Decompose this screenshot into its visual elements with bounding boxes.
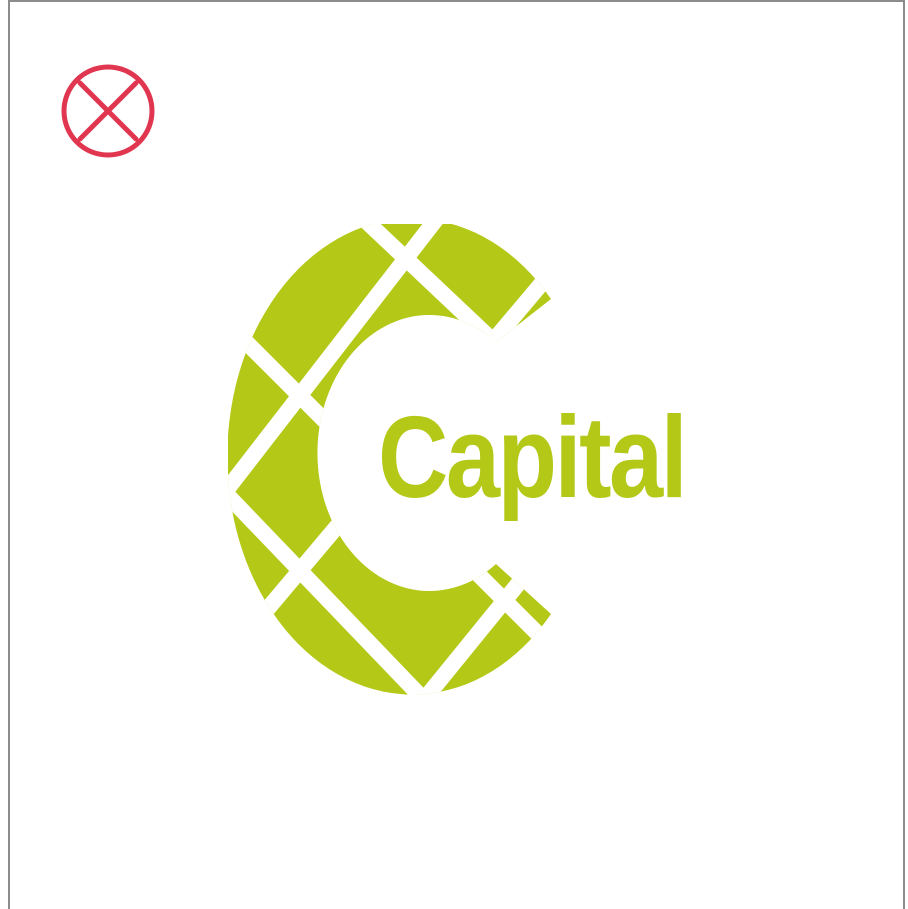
close-button[interactable] (60, 63, 156, 159)
close-circle-x-icon (61, 64, 155, 158)
capital-logo: Capital (228, 224, 728, 704)
logo-wordmark: Capital (378, 392, 688, 522)
viewer-frame: Capital (8, 0, 905, 909)
